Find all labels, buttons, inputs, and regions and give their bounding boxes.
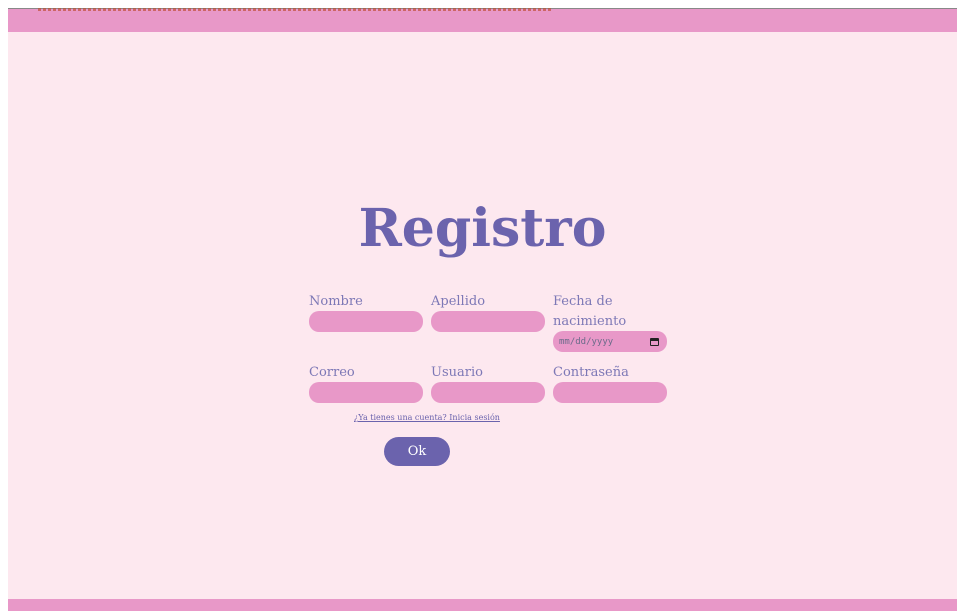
fecha-label-line2: nacimiento (553, 314, 627, 329)
correo-input[interactable] (309, 382, 423, 403)
usuario-input[interactable] (431, 382, 545, 403)
spellcheck-underline (38, 8, 553, 11)
fecha-nacimiento-input[interactable]: mm/dd/yyyy (553, 331, 667, 352)
ok-button[interactable]: Ok (384, 437, 450, 466)
contrasena-label: Contraseña (553, 365, 629, 380)
nombre-label: Nombre (309, 294, 363, 309)
contrasena-input[interactable] (553, 382, 667, 403)
fecha-label-line1: Fecha de (553, 294, 613, 309)
page-title: Registro (358, 198, 607, 259)
apellido-input[interactable] (431, 311, 545, 332)
footer-bar (8, 599, 957, 611)
date-placeholder: mm/dd/yyyy (559, 336, 614, 347)
usuario-label: Usuario (431, 365, 483, 380)
page: Registro Nombre Apellido Fecha de nacimi… (8, 8, 957, 611)
correo-label: Correo (309, 365, 355, 380)
login-link[interactable]: ¿Ya tienes una cuenta? Inicia sesión (354, 413, 500, 422)
header-bar (8, 9, 957, 32)
calendar-icon[interactable] (650, 337, 659, 346)
apellido-label: Apellido (431, 294, 486, 309)
nombre-input[interactable] (309, 311, 423, 332)
